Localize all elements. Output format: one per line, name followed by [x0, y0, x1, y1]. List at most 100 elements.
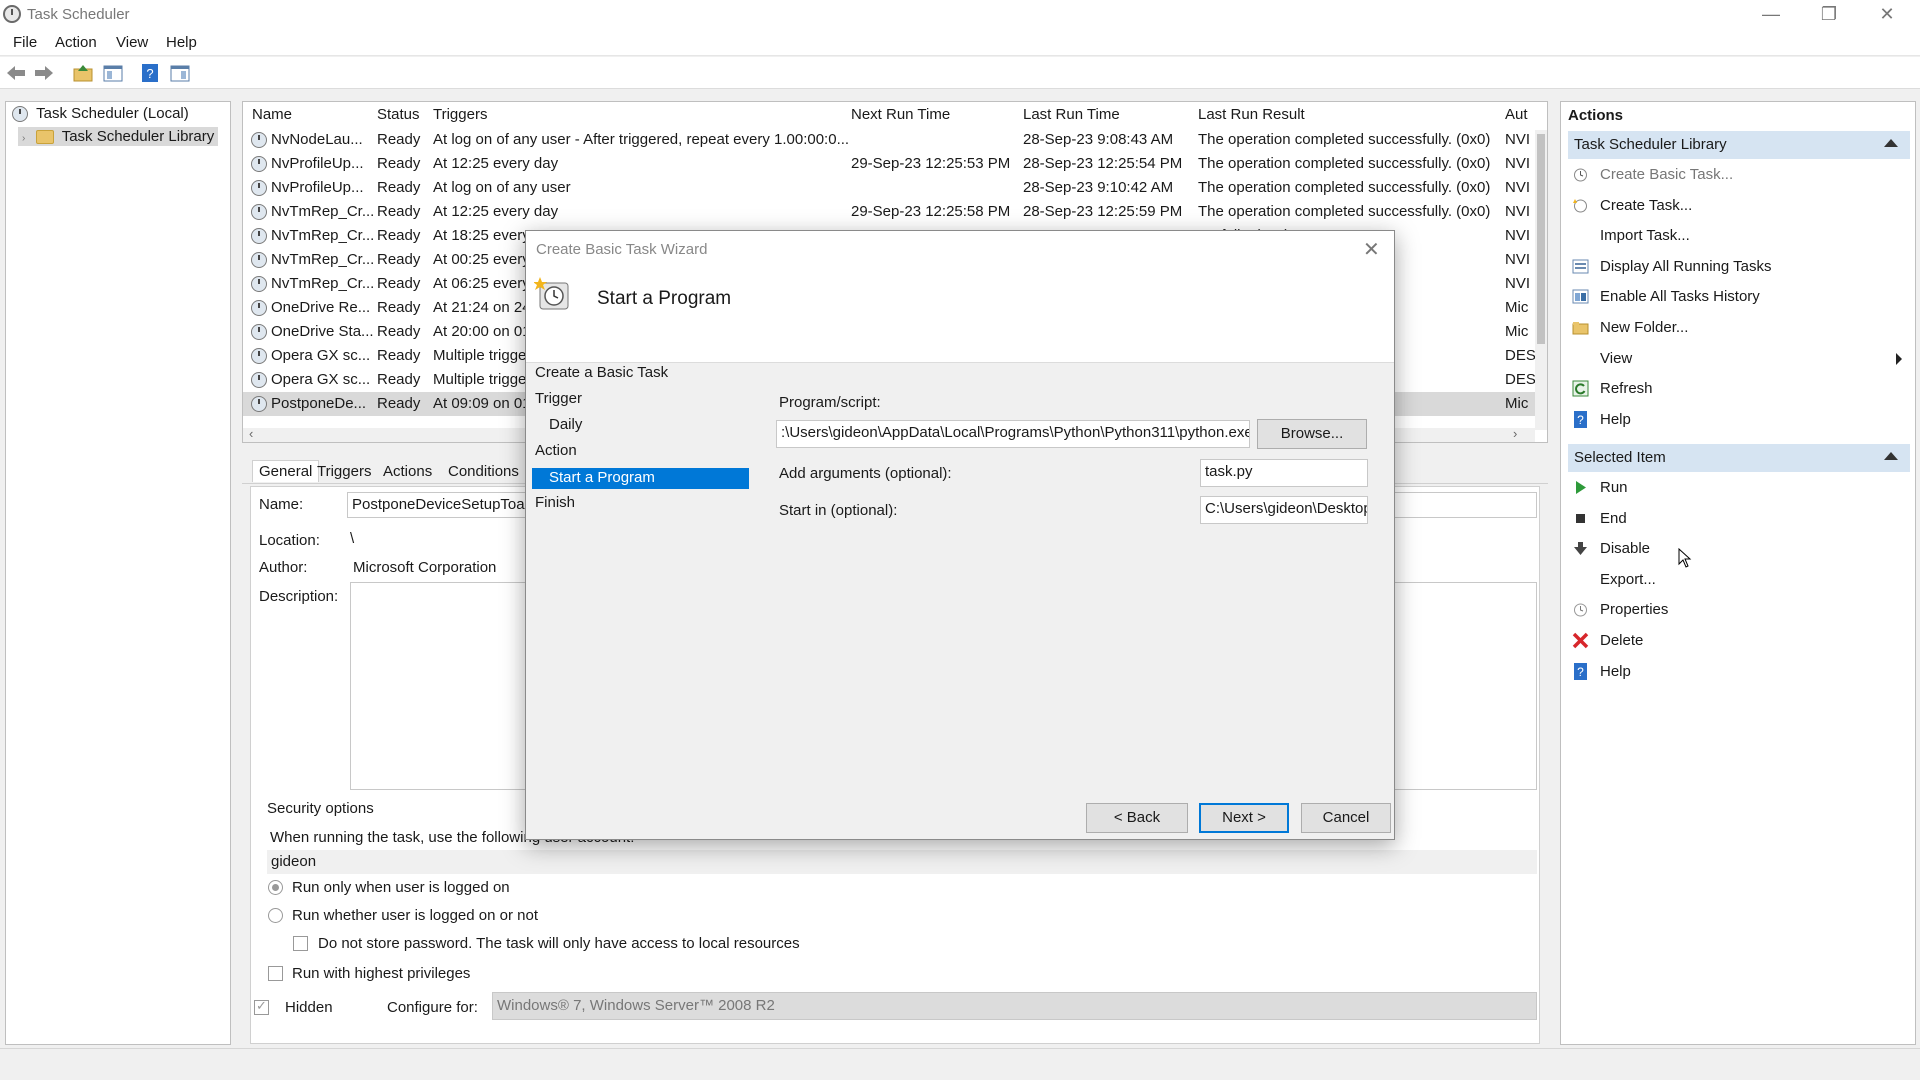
- selected-action-run[interactable]: Run: [1568, 473, 1908, 503]
- col-status[interactable]: Status: [377, 102, 420, 128]
- cell-status: Ready: [377, 323, 421, 340]
- show-hide-action-pane-icon[interactable]: [169, 63, 191, 83]
- cell-name: Opera GX sc...: [271, 347, 371, 364]
- help-icon: ?: [1574, 410, 1587, 428]
- action-create-task[interactable]: Create Task...: [1568, 191, 1908, 221]
- create-basic-task-icon: [1574, 168, 1587, 182]
- action-create-basic-task[interactable]: Create Basic Task...: [1568, 160, 1908, 190]
- section-selected-item[interactable]: Selected Item: [1568, 444, 1910, 472]
- col-last-run[interactable]: Last Run Time: [1023, 102, 1120, 128]
- action-display-all-running-tasks[interactable]: Display All Running Tasks: [1568, 252, 1908, 282]
- cell-status: Ready: [377, 347, 421, 364]
- checkbox-no-store-password[interactable]: [293, 936, 308, 951]
- checkbox-highest-privileges[interactable]: [268, 966, 283, 981]
- cell-triggers: At 12:25 every day: [433, 155, 559, 172]
- selected-action-delete[interactable]: Delete: [1568, 626, 1908, 656]
- action-enable-all-tasks-history[interactable]: Enable All Tasks History: [1568, 282, 1908, 312]
- cancel-button[interactable]: Cancel: [1301, 803, 1391, 833]
- expand-chevron-icon[interactable]: ›: [22, 133, 25, 144]
- help-icon[interactable]: ?: [139, 63, 161, 83]
- run-icon: [1576, 481, 1586, 494]
- tree-item-library[interactable]: › Task Scheduler Library: [18, 127, 219, 146]
- cell-next: 29-Sep-23 12:25:53 PM: [851, 155, 1011, 172]
- properties-icon: [1574, 603, 1587, 617]
- task-clock-icon: [251, 180, 267, 196]
- cell-status: Ready: [377, 275, 421, 292]
- radio-run-whether[interactable]: [268, 908, 283, 923]
- col-triggers[interactable]: Triggers: [433, 102, 487, 128]
- cell-author: NVI: [1505, 251, 1531, 268]
- tab-triggers[interactable]: Triggers: [317, 463, 371, 480]
- tree-root[interactable]: Task Scheduler (Local): [12, 105, 189, 123]
- browse-button[interactable]: Browse...: [1257, 419, 1367, 449]
- section-task-scheduler-library[interactable]: Task Scheduler Library: [1568, 131, 1910, 159]
- table-row[interactable]: NvProfileUp... Ready At 12:25 every day 29-…: [243, 152, 1543, 176]
- menu-help[interactable]: Help: [166, 34, 197, 51]
- action-refresh[interactable]: Refresh: [1568, 374, 1908, 404]
- tab-general[interactable]: General: [252, 460, 320, 482]
- collapse-icon[interactable]: [1884, 452, 1898, 460]
- cell-next: 29-Sep-23 12:25:58 PM: [851, 203, 1011, 220]
- start-in-input[interactable]: C:\Users\gideon\Desktop: [1200, 496, 1368, 524]
- add-arguments-input[interactable]: task.py: [1200, 459, 1368, 487]
- radio-run-logged-on[interactable]: [268, 880, 283, 895]
- tab-actions[interactable]: Actions: [383, 463, 432, 480]
- wizard-title: Create Basic Task Wizard: [536, 241, 708, 258]
- cell-author: Mic: [1505, 395, 1529, 412]
- wizard-heading: Start a Program: [597, 288, 732, 309]
- menu-action[interactable]: Action: [55, 34, 97, 51]
- configure-for-select[interactable]: Windows® 7, Windows Server™ 2008 R2: [492, 992, 1537, 1020]
- show-hide-console-tree-icon[interactable]: [102, 63, 124, 83]
- cell-triggers: At log on of any user: [433, 179, 571, 196]
- selected-action-export[interactable]: Export...: [1568, 565, 1908, 595]
- col-name[interactable]: Name: [252, 102, 292, 128]
- cell-last: 28-Sep-23 12:25:59 PM: [1023, 203, 1183, 220]
- table-row[interactable]: NvProfileUp... Ready At log on of any user…: [243, 176, 1543, 200]
- next-button[interactable]: Next >: [1199, 803, 1289, 833]
- checkbox-hidden[interactable]: [254, 998, 269, 1015]
- cell-triggers: At 00:25 every: [433, 251, 530, 268]
- restore-button[interactable]: ❐: [1800, 0, 1858, 30]
- close-button[interactable]: ✕: [1858, 0, 1916, 30]
- scrollbar-thumb[interactable]: [1537, 134, 1545, 344]
- cell-result: The operation completed successfully. (0…: [1198, 131, 1491, 148]
- selected-action-end[interactable]: End: [1568, 504, 1908, 534]
- menu-file[interactable]: File: [13, 34, 37, 51]
- cell-triggers: At 12:25 every day: [433, 203, 559, 220]
- program-script-label: Program/script:: [779, 394, 881, 411]
- table-row[interactable]: NvNodeLau... Ready At log on of any user -…: [243, 128, 1543, 152]
- back-button[interactable]: < Back: [1086, 803, 1188, 833]
- forward-arrow-icon[interactable]: [33, 63, 55, 83]
- cell-result: The operation completed successfully. (0…: [1198, 203, 1491, 220]
- cell-triggers: At 18:25 every: [433, 227, 530, 244]
- minimize-button[interactable]: —: [1742, 0, 1800, 30]
- scroll-right-icon[interactable]: ›: [1513, 426, 1517, 441]
- col-next-run[interactable]: Next Run Time: [851, 102, 950, 128]
- folder-up-icon[interactable]: [72, 63, 94, 83]
- start-in-label: Start in (optional):: [779, 502, 898, 519]
- table-row[interactable]: NvTmRep_Cr... Ready At 12:25 every day 29-S…: [243, 200, 1543, 224]
- scroll-left-icon[interactable]: ‹: [249, 426, 253, 441]
- action-label: Help: [1600, 662, 1631, 680]
- action-new-folder[interactable]: New Folder...: [1568, 313, 1908, 343]
- selected-action-disable[interactable]: Disable: [1568, 534, 1908, 564]
- col-author[interactable]: Aut: [1505, 102, 1528, 128]
- selected-action-help[interactable]: ? Help: [1568, 657, 1908, 687]
- action-help[interactable]: ? Help: [1568, 405, 1908, 435]
- menu-view[interactable]: View: [116, 34, 148, 51]
- tab-conditions[interactable]: Conditions: [448, 463, 519, 480]
- action-view[interactable]: View: [1568, 344, 1908, 374]
- selected-action-properties[interactable]: Properties: [1568, 595, 1908, 625]
- action-import-task[interactable]: Import Task...: [1568, 221, 1908, 251]
- back-arrow-icon[interactable]: [5, 63, 27, 83]
- program-script-input[interactable]: :\Users\gideon\AppData\Local\Programs\Py…: [776, 420, 1250, 448]
- section2-label: Selected Item: [1574, 449, 1666, 466]
- collapse-icon[interactable]: [1884, 139, 1898, 147]
- vertical-scrollbar[interactable]: [1535, 130, 1547, 430]
- action-label: Disable: [1600, 540, 1651, 558]
- wizard-close-icon[interactable]: ✕: [1363, 237, 1380, 262]
- col-last-result[interactable]: Last Run Result: [1198, 102, 1305, 128]
- svg-text:?: ?: [146, 66, 153, 81]
- action-label: New Folder...: [1600, 319, 1689, 336]
- cell-name: NvNodeLau...: [271, 131, 363, 148]
